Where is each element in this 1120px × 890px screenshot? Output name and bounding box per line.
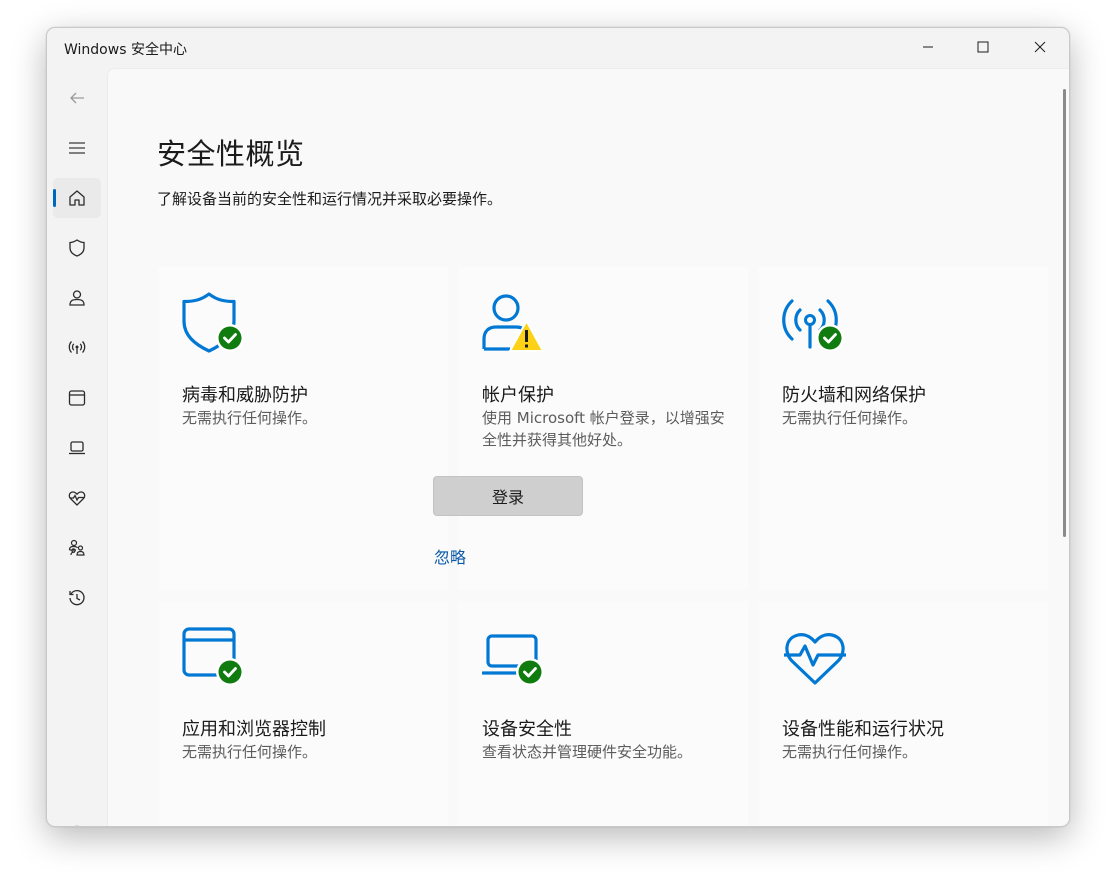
card-firewall-network-protection[interactable]: 防火墙和网络保护 无需执行任何操作。 [758, 267, 1048, 590]
card-title: 帐户保护 [482, 385, 554, 406]
nav-item-family-options[interactable] [53, 528, 101, 568]
heart-pulse-icon [68, 491, 86, 506]
sign-in-button[interactable]: 登录 [433, 476, 583, 516]
card-app-browser-control[interactable]: 应用和浏览器控制 无需执行任何操作。 [158, 601, 448, 826]
menu-toggle-button[interactable] [53, 128, 101, 168]
title-bar: Windows 安全中心 [47, 28, 1069, 68]
family-icon [68, 539, 85, 556]
card-title: 设备性能和运行状况 [782, 719, 944, 740]
minimize-icon [923, 46, 933, 48]
nav-item-account-protection[interactable] [53, 278, 101, 318]
selection-indicator [53, 189, 56, 207]
card-device-security[interactable]: 设备安全性 查看状态并管理硬件安全功能。 [458, 601, 748, 826]
person-icon [69, 290, 85, 306]
card-title: 防火墙和网络保护 [782, 385, 926, 406]
close-button[interactable] [1012, 28, 1068, 66]
card-virus-threat-protection[interactable]: 病毒和威胁防护 无需执行任何操作。 [158, 267, 448, 590]
page-subtitle: 了解设备当前的安全性和运行情况并采取必要操作。 [157, 190, 503, 208]
home-icon [69, 190, 85, 206]
nav-item-firewall[interactable] [53, 328, 101, 368]
nav-item-app-browser-control[interactable] [53, 378, 101, 418]
nav-item-device-security[interactable] [53, 428, 101, 468]
main-content: 安全性概览 了解设备当前的安全性和运行情况并采取必要操作。 病毒和威胁防护 无需… [107, 68, 1069, 826]
minimize-button[interactable] [900, 28, 956, 66]
shield-check-icon [182, 292, 244, 353]
card-title: 病毒和威胁防护 [182, 385, 308, 406]
card-description: 使用 Microsoft 帐户登录，以增强安全性并获得其他好处。 [482, 409, 725, 449]
card-account-protection[interactable]: 帐户保护 使用 Microsoft 帐户登录，以增强安全性并获得其他好处。 [458, 267, 748, 590]
window-title: Windows 安全中心 [64, 42, 187, 58]
app-window-icon [68, 390, 86, 406]
wifi-antenna-icon [68, 341, 86, 354]
hamburger-menu-icon [69, 142, 85, 154]
card-title: 应用和浏览器控制 [182, 719, 326, 740]
person-warning-icon [482, 294, 544, 352]
card-description: 无需执行任何操作。 [782, 409, 918, 427]
wifi-antenna-check-icon [782, 299, 844, 352]
maximize-icon [977, 41, 989, 53]
navigation-rail [47, 68, 107, 826]
page-title: 安全性概览 [157, 137, 305, 171]
dismiss-link[interactable]: 忽略 [434, 544, 466, 568]
laptop-icon [69, 441, 85, 455]
maximize-button[interactable] [955, 28, 1011, 66]
heart-pulse-icon [784, 633, 846, 685]
close-icon [1034, 41, 1046, 53]
back-button[interactable] [53, 78, 101, 118]
history-icon [69, 590, 85, 606]
laptop-check-icon [482, 634, 544, 686]
settings-button[interactable] [53, 814, 101, 826]
nav-item-virus-protection[interactable] [53, 228, 101, 268]
card-description: 无需执行任何操作。 [182, 743, 318, 761]
card-description: 无需执行任何操作。 [182, 409, 318, 427]
card-description: 无需执行任何操作。 [782, 743, 918, 761]
card-device-performance-health[interactable]: 设备性能和运行状况 无需执行任何操作。 [758, 601, 1048, 826]
card-title: 设备安全性 [482, 719, 572, 740]
card-description: 查看状态并管理硬件安全功能。 [482, 743, 693, 761]
nav-item-device-performance[interactable] [53, 478, 101, 518]
app-window-check-icon [182, 627, 244, 686]
vertical-scrollbar[interactable] [1063, 89, 1066, 537]
nav-item-protection-history[interactable] [53, 578, 101, 618]
settings-gear-icon [75, 825, 79, 826]
shield-icon [69, 239, 85, 257]
nav-item-home[interactable] [53, 178, 101, 218]
app-window: Windows 安全中心 安全性概览 了解设备当前的安全性和运行情况并采取必要操… [46, 27, 1070, 827]
back-arrow-icon [70, 92, 84, 104]
